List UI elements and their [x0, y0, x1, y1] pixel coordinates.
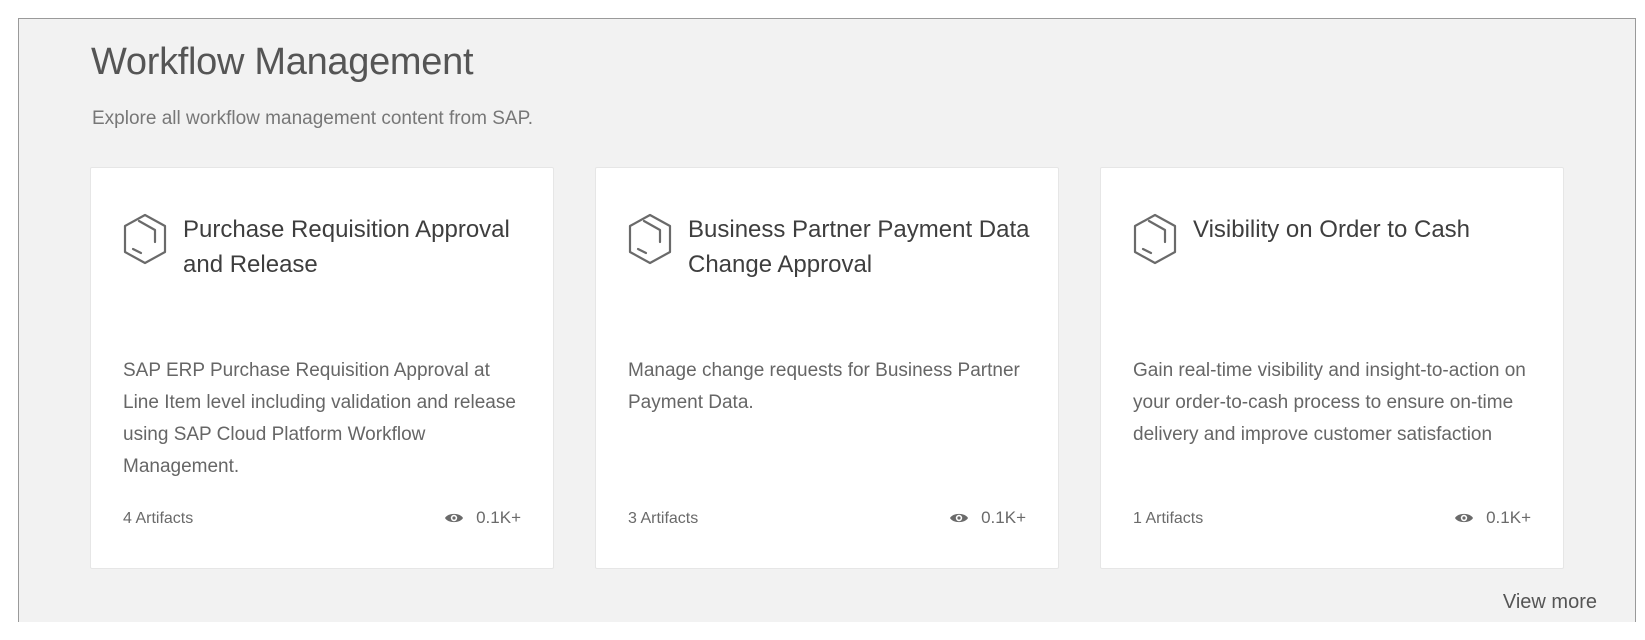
card-description: Gain real-time visibility and insight-to… — [1133, 360, 1526, 445]
content-card-business-partner-payment[interactable]: Business Partner Payment Data Change App… — [595, 167, 1059, 569]
section-title: Workflow Management — [91, 41, 474, 83]
package-icon — [626, 212, 674, 266]
content-card-purchase-requisition[interactable]: Purchase Requisition Approval and Releas… — [90, 167, 554, 569]
view-count-value: 0.1K+ — [1486, 508, 1531, 527]
card-title[interactable]: Business Partner Payment Data Change App… — [688, 212, 1038, 282]
artifact-count: 4 Artifacts — [123, 510, 194, 527]
view-count: 0.1K+ — [949, 508, 1026, 528]
section-subtitle: Explore all workflow management content … — [92, 108, 534, 129]
eye-icon — [445, 513, 464, 523]
artifact-count: 3 Artifacts — [628, 510, 699, 527]
view-count-value: 0.1K+ — [476, 508, 521, 527]
package-icon — [1131, 212, 1179, 266]
view-count: 0.1K+ — [444, 508, 521, 528]
view-more-link[interactable]: View more — [1503, 591, 1597, 614]
workflow-management-section: Workflow Management Explore all workflow… — [18, 18, 1636, 622]
view-count: 0.1K+ — [1454, 508, 1531, 528]
card-title[interactable]: Purchase Requisition Approval and Releas… — [183, 212, 533, 282]
package-icon — [121, 212, 169, 266]
eye-icon — [950, 513, 969, 523]
artifact-count: 1 Artifacts — [1133, 510, 1204, 527]
view-count-value: 0.1K+ — [981, 508, 1026, 527]
eye-icon — [1455, 513, 1474, 523]
card-title[interactable]: Visibility on Order to Cash — [1193, 212, 1543, 247]
content-card-visibility-order-to-cash[interactable]: Visibility on Order to Cash Gain real-ti… — [1100, 167, 1564, 569]
card-description: SAP ERP Purchase Requisition Approval at… — [123, 360, 516, 477]
card-description: Manage change requests for Business Part… — [628, 360, 1020, 413]
